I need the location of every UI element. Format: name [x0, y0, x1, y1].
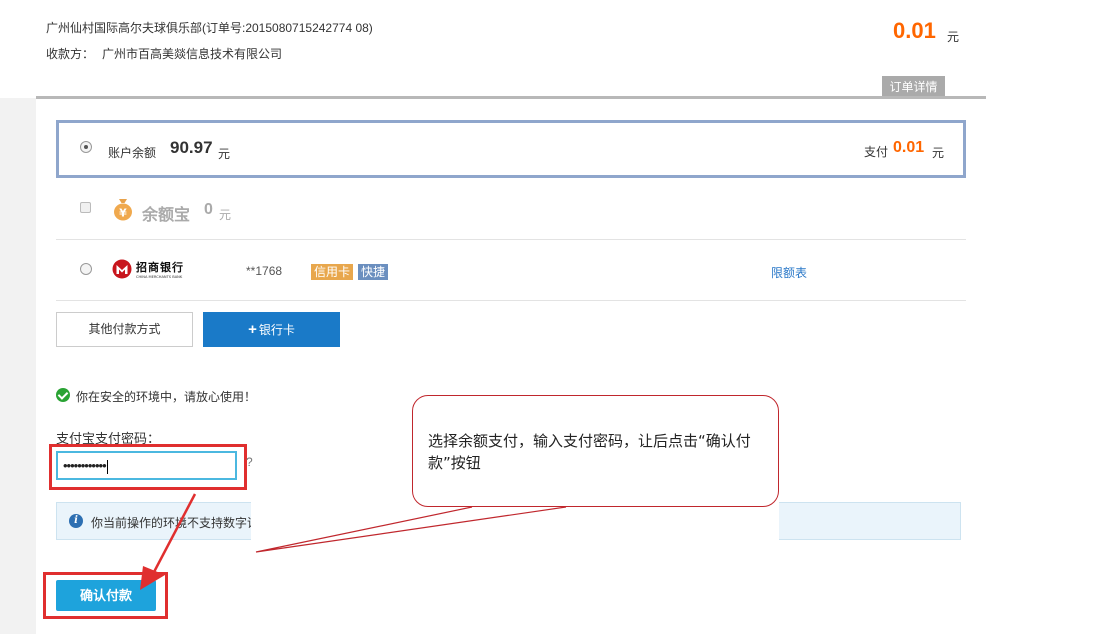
pay-unit: 元 [932, 146, 945, 160]
yuebao-name: 余额宝 [142, 207, 191, 224]
yuebao-value: 0 [204, 201, 213, 218]
password-highlight-box [49, 444, 247, 490]
password-help-mark: ? [246, 455, 253, 469]
certificate-notice-text: 你当前操作的环境不支持数字证 [91, 516, 260, 530]
confirm-payment-button[interactable]: 确认付款 [56, 580, 156, 611]
add-bank-card-label: 银行卡 [258, 323, 295, 337]
yuebao-checkbox[interactable] [80, 202, 91, 213]
balance-radio[interactable] [80, 141, 92, 153]
balance-value: 90.97 [170, 138, 213, 157]
right-margin [986, 96, 1113, 634]
credit-card-tag: 信用卡 [311, 264, 354, 280]
pay-amount: 0.01 [893, 139, 925, 156]
payee-name: 广州市百高美燚信息技术有限公司 [102, 47, 283, 61]
bank-subname-logo-text: CHINA MERCHANTS BANK [136, 275, 183, 279]
order-detail-tab[interactable]: 订单详情 [882, 76, 945, 98]
limit-table-link[interactable]: 限额表 [771, 264, 807, 281]
bank-radio[interactable] [80, 263, 92, 275]
security-message: 你在安全的环境中，请放心使用！ [76, 390, 257, 404]
money-bag-icon: ¥ [114, 199, 132, 221]
payee-line: 收款方： 广州市百高美燚信息技术有限公司 [46, 45, 282, 62]
pay-label: 支付 [864, 145, 889, 159]
order-amount-unit: 元 [947, 30, 960, 44]
cmb-bank-logo: 招商银行 CHINA MERCHANTS BANK [112, 259, 184, 279]
bank-card-number: **1768 [246, 264, 283, 278]
bank-name-logo-text: 招商银行 [136, 260, 184, 274]
other-payment-methods-button[interactable]: 其他付款方式 [56, 312, 193, 347]
divider [56, 300, 966, 301]
yuebao-unit: 元 [219, 208, 232, 222]
merchant-order-line: 广州仙村国际高尔夫球俱乐部(订单号:2015080715242774 08) [46, 21, 373, 35]
order-amount: 0.01 [893, 18, 936, 43]
plus-icon: + [248, 321, 257, 338]
check-circle-icon [56, 388, 70, 402]
payee-label: 收款方： [46, 47, 95, 61]
quick-pay-tag: 快捷 [358, 264, 389, 280]
balance-label: 账户余额 [108, 146, 157, 160]
add-bank-card-button[interactable]: + 银行卡 [203, 312, 340, 347]
callout-backdrop [251, 501, 779, 545]
instruction-callout-text: 选择余额支付，输入支付密码，让后点击“确认付款”按钮 [428, 432, 751, 472]
divider [56, 239, 966, 240]
balance-unit: 元 [218, 147, 231, 161]
info-icon: i [69, 514, 83, 528]
svg-text:¥: ¥ [119, 207, 127, 220]
